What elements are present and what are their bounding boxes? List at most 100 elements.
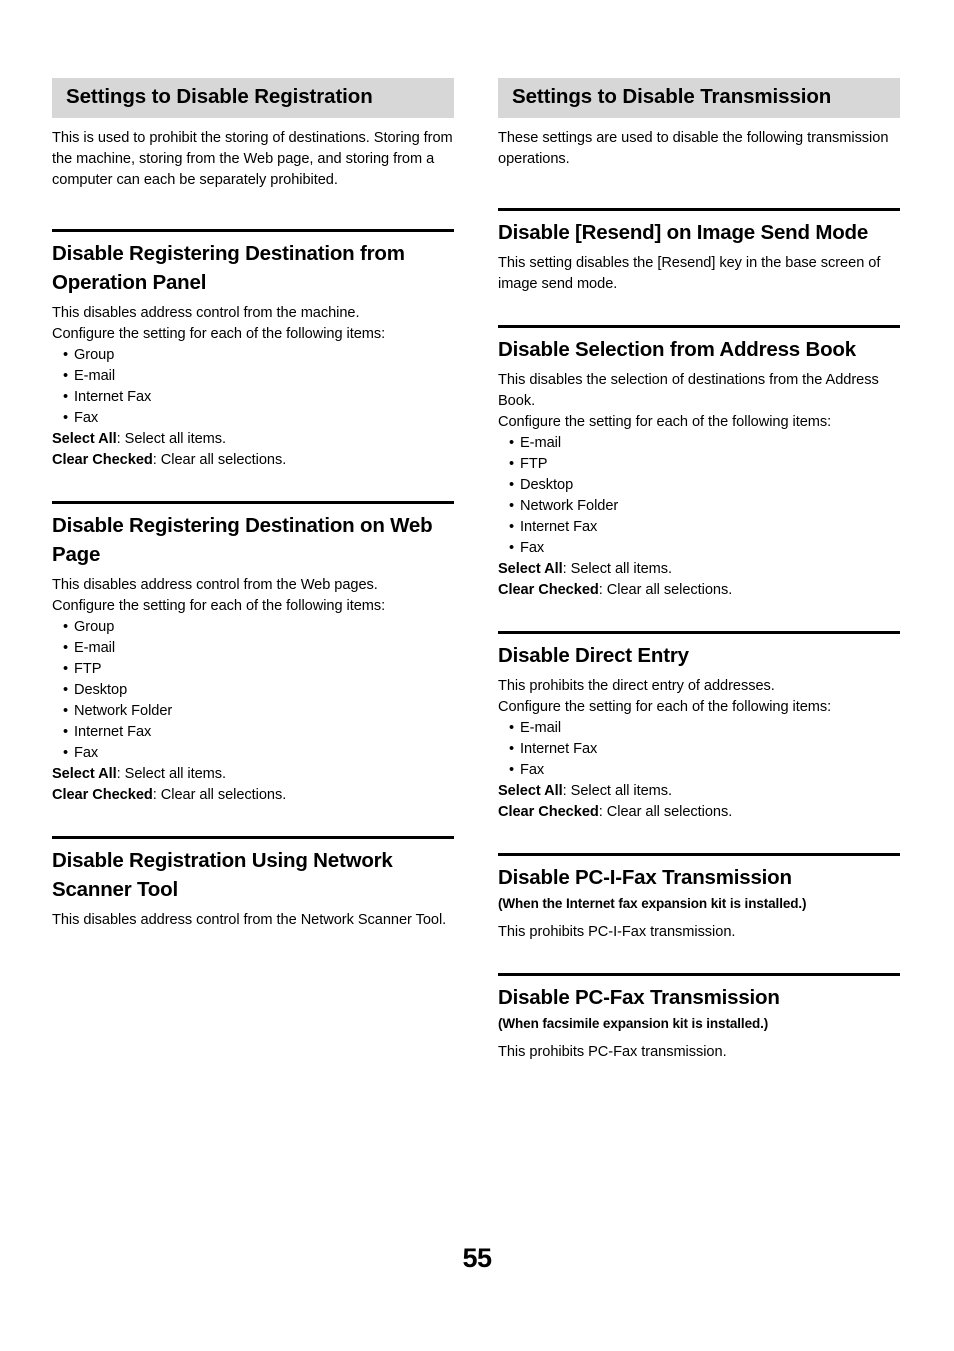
list-item: E-mail	[63, 638, 454, 659]
select-all-description: : Select all items.	[562, 782, 673, 799]
section-body-line-2: Configure the setting for each of the fo…	[498, 698, 832, 715]
section-rule	[498, 324, 900, 328]
list-item: Network Folder	[509, 496, 900, 517]
manual-page: Settings to Disable Registration This is…	[0, 0, 954, 1351]
section-bullet-list: E-mail FTP Desktop Network Folder Intern…	[498, 433, 900, 559]
list-item: Desktop	[509, 475, 900, 496]
section-body-line-1: This prohibits PC-I-Fax transmission.	[498, 923, 736, 940]
select-all-description: : Select all items.	[116, 430, 227, 447]
block-gap	[498, 295, 900, 325]
section-rule	[498, 972, 900, 976]
clear-checked-description: : Clear all selections.	[598, 581, 733, 598]
block-gap	[498, 170, 900, 208]
right-column: Settings to Disable Transmission These s…	[498, 78, 900, 1063]
section-heading: Disable PC-I-Fax Transmission	[498, 865, 792, 889]
list-item: Fax	[63, 743, 454, 764]
section-disable-registration-network-scanner-tool: Disable Registration Using Network Scann…	[52, 835, 454, 931]
select-all-description: : Select all items.	[562, 560, 673, 577]
section-disable-selection-address-book: Disable Selection from Address Book This…	[498, 324, 900, 601]
clear-checked-line: Clear Checked: Clear all selections.	[52, 450, 454, 471]
clear-checked-label: Clear Checked	[52, 786, 153, 803]
clear-checked-line: Clear Checked: Clear all selections.	[498, 802, 900, 823]
list-item: Internet Fax	[509, 517, 900, 538]
clear-checked-label: Clear Checked	[498, 803, 599, 820]
section-subtitle: (When facsimile expansion kit is install…	[498, 1015, 769, 1031]
select-all-line: Select All: Select all items.	[52, 429, 454, 450]
section-banner-disable-transmission: Settings to Disable Transmission	[498, 78, 900, 118]
clear-checked-line: Clear Checked: Clear all selections.	[52, 785, 454, 806]
banner-intro-text: These settings are used to disable the f…	[498, 129, 889, 167]
list-item: Internet Fax	[509, 739, 900, 760]
section-body-line-1: This disables the selection of destinati…	[498, 371, 879, 409]
section-heading: Disable Registering Destination on Web P…	[52, 513, 433, 566]
list-item: E-mail	[509, 433, 900, 454]
list-item: E-mail	[63, 366, 454, 387]
list-item: Fax	[63, 408, 454, 429]
banner-intro-text: This is used to prohibit the storing of …	[52, 129, 453, 188]
clear-checked-label: Clear Checked	[498, 581, 599, 598]
clear-checked-label: Clear Checked	[52, 451, 153, 468]
left-column: Settings to Disable Registration This is…	[52, 78, 454, 931]
section-rule	[52, 228, 454, 232]
select-all-label: Select All	[498, 560, 563, 577]
select-all-line: Select All: Select all items.	[52, 764, 454, 785]
section-subtitle: (When the Internet fax expansion kit is …	[498, 895, 807, 911]
section-disable-resend-image-send-mode: Disable [Resend] on Image Send Mode This…	[498, 207, 900, 295]
section-disable-direct-entry: Disable Direct Entry This prohibits the …	[498, 630, 900, 823]
select-all-label: Select All	[52, 430, 117, 447]
clear-checked-description: : Clear all selections.	[598, 803, 733, 820]
select-all-line: Select All: Select all items.	[498, 559, 900, 580]
section-body-line-2: Configure the setting for each of the fo…	[498, 413, 832, 430]
section-body-line-1: This setting disables the [Resend] key i…	[498, 254, 881, 292]
clear-checked-line: Clear Checked: Clear all selections.	[498, 580, 900, 601]
list-item: Internet Fax	[63, 387, 454, 408]
section-disable-pc-fax-transmission: Disable PC-Fax Transmission (When facsim…	[498, 972, 900, 1063]
list-item: Group	[63, 345, 454, 366]
list-item: E-mail	[509, 718, 900, 739]
section-disable-registering-web-page: Disable Registering Destination on Web P…	[52, 500, 454, 806]
section-body-line-2: Configure the setting for each of the fo…	[52, 325, 386, 342]
select-all-line: Select All: Select all items.	[498, 781, 900, 802]
list-item: Fax	[509, 760, 900, 781]
two-column-layout: Settings to Disable Registration This is…	[52, 78, 900, 1063]
block-gap	[52, 471, 454, 501]
list-item: FTP	[63, 659, 454, 680]
list-item: Internet Fax	[63, 722, 454, 743]
section-body-line-2: Configure the setting for each of the fo…	[52, 597, 386, 614]
section-disable-registering-operation-panel: Disable Registering Destination from Ope…	[52, 228, 454, 471]
section-rule	[498, 630, 900, 634]
clear-checked-description: : Clear all selections.	[152, 786, 287, 803]
section-body-line-1: This prohibits the direct entry of addre…	[498, 677, 775, 694]
page-number: 55	[462, 1243, 492, 1273]
section-bullet-list: Group E-mail Internet Fax Fax	[52, 345, 454, 429]
section-heading: Disable [Resend] on Image Send Mode	[498, 220, 869, 244]
section-body-line-1: This prohibits PC-Fax transmission.	[498, 1043, 727, 1060]
section-bullet-list: Group E-mail FTP Desktop Network Folder …	[52, 617, 454, 764]
select-all-description: : Select all items.	[116, 765, 227, 782]
section-rule	[52, 500, 454, 504]
block-gap	[52, 806, 454, 836]
section-body-line-1: This disables address control from the m…	[52, 304, 360, 321]
block-gap	[498, 823, 900, 853]
section-heading: Disable PC-Fax Transmission	[498, 985, 780, 1009]
section-rule	[52, 835, 454, 839]
select-all-label: Select All	[498, 782, 563, 799]
clear-checked-description: : Clear all selections.	[152, 451, 287, 468]
block-gap	[52, 191, 454, 229]
section-rule	[498, 207, 900, 211]
section-heading: Disable Registering Destination from Ope…	[52, 241, 405, 294]
list-item: Fax	[509, 538, 900, 559]
section-body-line-1: This disables address control from the W…	[52, 576, 378, 593]
section-banner-disable-registration: Settings to Disable Registration	[52, 78, 454, 118]
list-item: Network Folder	[63, 701, 454, 722]
list-item: FTP	[509, 454, 900, 475]
section-heading: Disable Registration Using Network Scann…	[52, 848, 393, 901]
section-disable-pc-i-fax-transmission: Disable PC-I-Fax Transmission (When the …	[498, 852, 900, 943]
list-item: Desktop	[63, 680, 454, 701]
section-body-line-1: This disables address control from the N…	[52, 911, 447, 928]
section-bullet-list: E-mail Internet Fax Fax	[498, 718, 900, 781]
block-gap	[498, 943, 900, 973]
section-heading: Disable Direct Entry	[498, 643, 689, 667]
block-gap	[498, 601, 900, 631]
list-item: Group	[63, 617, 454, 638]
